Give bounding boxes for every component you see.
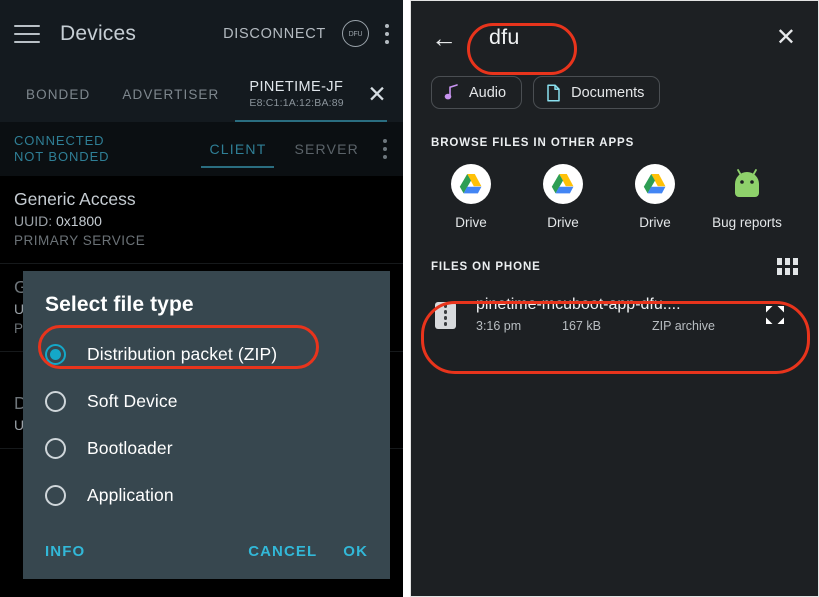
- google-drive-icon: [542, 163, 584, 205]
- browse-section-header: BROWSE FILES IN OTHER APPS: [411, 137, 818, 149]
- chip-label: Documents: [571, 84, 645, 101]
- files-section-title: FILES ON PHONE: [431, 260, 541, 273]
- dual-screenshot-container: Devices DISCONNECT DFU BONDED ADVERTISER…: [0, 0, 819, 597]
- radio-option-distribution-packet[interactable]: Distribution packet (ZIP): [23, 331, 390, 378]
- app-item-system[interactable]: Syst: [793, 163, 818, 230]
- back-arrow-icon[interactable]: ←: [431, 25, 461, 51]
- radio-label: Distribution packet (ZIP): [87, 344, 278, 364]
- radio-label: Soft Device: [87, 391, 178, 411]
- google-drive-icon: [450, 163, 492, 205]
- app-item-bug-reports[interactable]: Bug reports: [701, 163, 793, 230]
- file-subtitle: 3:16 pm 167 kB ZIP archive: [476, 317, 762, 336]
- folder-title: dfu: [489, 25, 520, 49]
- document-icon: [547, 83, 560, 102]
- expand-icon[interactable]: [762, 302, 788, 328]
- expand-arrows-glyph: [766, 306, 784, 324]
- ok-button[interactable]: OK: [343, 543, 368, 560]
- select-file-type-dialog: Select file type Distribution packet (ZI…: [23, 271, 390, 579]
- other-apps-row: Drive Drive Drive Bug reports: [411, 163, 818, 230]
- app-item-drive-2[interactable]: Drive: [517, 163, 609, 230]
- zip-archive-icon: [435, 301, 456, 329]
- file-time: 3:16 pm: [476, 319, 522, 333]
- app-label: Drive: [455, 215, 487, 230]
- radio-option-bootloader[interactable]: Bootloader: [23, 425, 390, 472]
- dialog-title: Select file type: [45, 293, 194, 316]
- app-item-drive-3[interactable]: Drive: [609, 163, 701, 230]
- app-label: Drive: [639, 215, 671, 230]
- files-section-header: FILES ON PHONE: [411, 258, 818, 275]
- google-drive-icon: [634, 163, 676, 205]
- drive-triangle-glyph: [551, 174, 574, 194]
- app-item-drive-1[interactable]: Drive: [425, 163, 517, 230]
- radio-button-icon[interactable]: [45, 391, 66, 412]
- filter-chips: Audio Documents: [411, 76, 818, 109]
- dialog-action-bar: INFO CANCEL OK: [23, 523, 390, 579]
- chip-documents[interactable]: Documents: [533, 76, 661, 109]
- radio-button-icon[interactable]: [45, 438, 66, 459]
- file-size: 167 kB: [562, 319, 601, 333]
- file-kind: ZIP archive: [652, 319, 715, 333]
- radio-button-icon[interactable]: [45, 485, 66, 506]
- cancel-button[interactable]: CANCEL: [248, 543, 317, 560]
- file-meta: pinetime-mcuboot-app-dfu.... 3:16 pm 167…: [476, 294, 762, 336]
- radio-option-soft-device[interactable]: Soft Device: [23, 378, 390, 425]
- app-label: Drive: [547, 215, 579, 230]
- radio-option-application[interactable]: Application: [23, 472, 390, 519]
- chip-label: Audio: [469, 84, 507, 101]
- grid-view-icon[interactable]: [777, 258, 798, 275]
- file-list: pinetime-mcuboot-app-dfu.... 3:16 pm 167…: [411, 287, 818, 343]
- file-row-pinetime-zip[interactable]: pinetime-mcuboot-app-dfu.... 3:16 pm 167…: [425, 287, 804, 343]
- music-note-icon: [444, 84, 458, 100]
- info-button[interactable]: INFO: [45, 543, 85, 560]
- app-label: Bug reports: [712, 215, 782, 230]
- radio-button-selected-icon[interactable]: [45, 344, 66, 365]
- close-icon[interactable]: ✕: [776, 25, 796, 50]
- file-name: pinetime-mcuboot-app-dfu....: [476, 296, 681, 313]
- radio-label: Application: [87, 485, 174, 505]
- drive-triangle-glyph: [643, 174, 666, 194]
- drive-triangle-glyph: [459, 174, 482, 194]
- left-phone-screen: Devices DISCONNECT DFU BONDED ADVERTISER…: [0, 0, 403, 597]
- browse-section-title: BROWSE FILES IN OTHER APPS: [431, 137, 635, 149]
- right-app-bar: ← dfu ✕: [411, 1, 818, 74]
- android-robot-icon: [726, 163, 768, 205]
- chip-audio[interactable]: Audio: [431, 76, 523, 109]
- radio-label: Bootloader: [87, 438, 173, 458]
- android-robot-glyph: [735, 169, 759, 197]
- right-phone-screen: ← dfu ✕ Audio Documents BROWSE FILES IN …: [410, 0, 819, 597]
